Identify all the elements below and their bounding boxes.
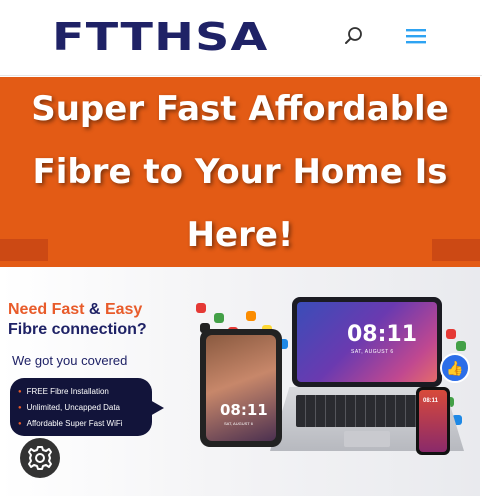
laptop-trackpad	[344, 431, 390, 447]
feature-item: Unlimited, Uncapped Data	[18, 400, 144, 416]
banner-subheadline: We got you covered	[12, 353, 128, 368]
app-icon	[446, 329, 456, 339]
tablet-clock: 08:11	[220, 401, 268, 419]
headline-need: Need Fast	[8, 301, 85, 318]
gear-icon	[28, 446, 52, 470]
banner-headline: Need Fast & Easy	[8, 301, 142, 319]
laptop-screen: 08:11 SAT, AUGUST 6	[292, 297, 442, 387]
phone-device: 08:11	[416, 387, 450, 455]
tablet-device: 08:11 SAT, AUGUST 6	[200, 329, 282, 447]
hero-section: Super Fast Affordable Fibre to Your Home…	[0, 77, 480, 267]
search-icon	[345, 27, 362, 44]
hamburger-menu-icon	[406, 29, 426, 44]
app-icon	[196, 303, 206, 313]
site-logo[interactable]: FTTHSA	[52, 18, 267, 56]
tablet-date: SAT, AUGUST 6	[224, 421, 253, 426]
logo-text: FTTHSA	[52, 15, 269, 59]
headline-easy: Easy	[104, 301, 143, 318]
laptop-clock: 08:11	[347, 322, 418, 347]
feature-list: FREE Fibre Installation Unlimited, Uncap…	[10, 378, 164, 436]
promo-banner[interactable]: Need Fast & Easy Fibre connection? We go…	[0, 267, 480, 496]
site-header: FTTHSA	[0, 0, 482, 76]
menu-button[interactable]	[404, 26, 428, 46]
hero-title: Super Fast Affordable Fibre to Your Home…	[31, 89, 449, 255]
thumbs-up-icon: 👍	[440, 353, 470, 383]
feature-item: Affordable Super Fast WiFi	[18, 416, 144, 432]
cookie-settings-button[interactable]	[20, 438, 60, 478]
slider-next-arrow[interactable]	[432, 239, 480, 261]
app-icon	[214, 313, 224, 323]
laptop-date: SAT, AUGUST 6	[351, 349, 394, 355]
phone-clock: 08:11	[423, 398, 439, 404]
app-icon	[246, 311, 256, 321]
app-icon	[456, 341, 466, 351]
banner-headline-line2: Fibre connection?	[8, 321, 147, 338]
feature-item: FREE Fibre Installation	[18, 384, 144, 400]
slider-prev-arrow[interactable]	[0, 239, 48, 261]
headline-amp: &	[88, 301, 101, 318]
search-button[interactable]	[344, 26, 364, 46]
